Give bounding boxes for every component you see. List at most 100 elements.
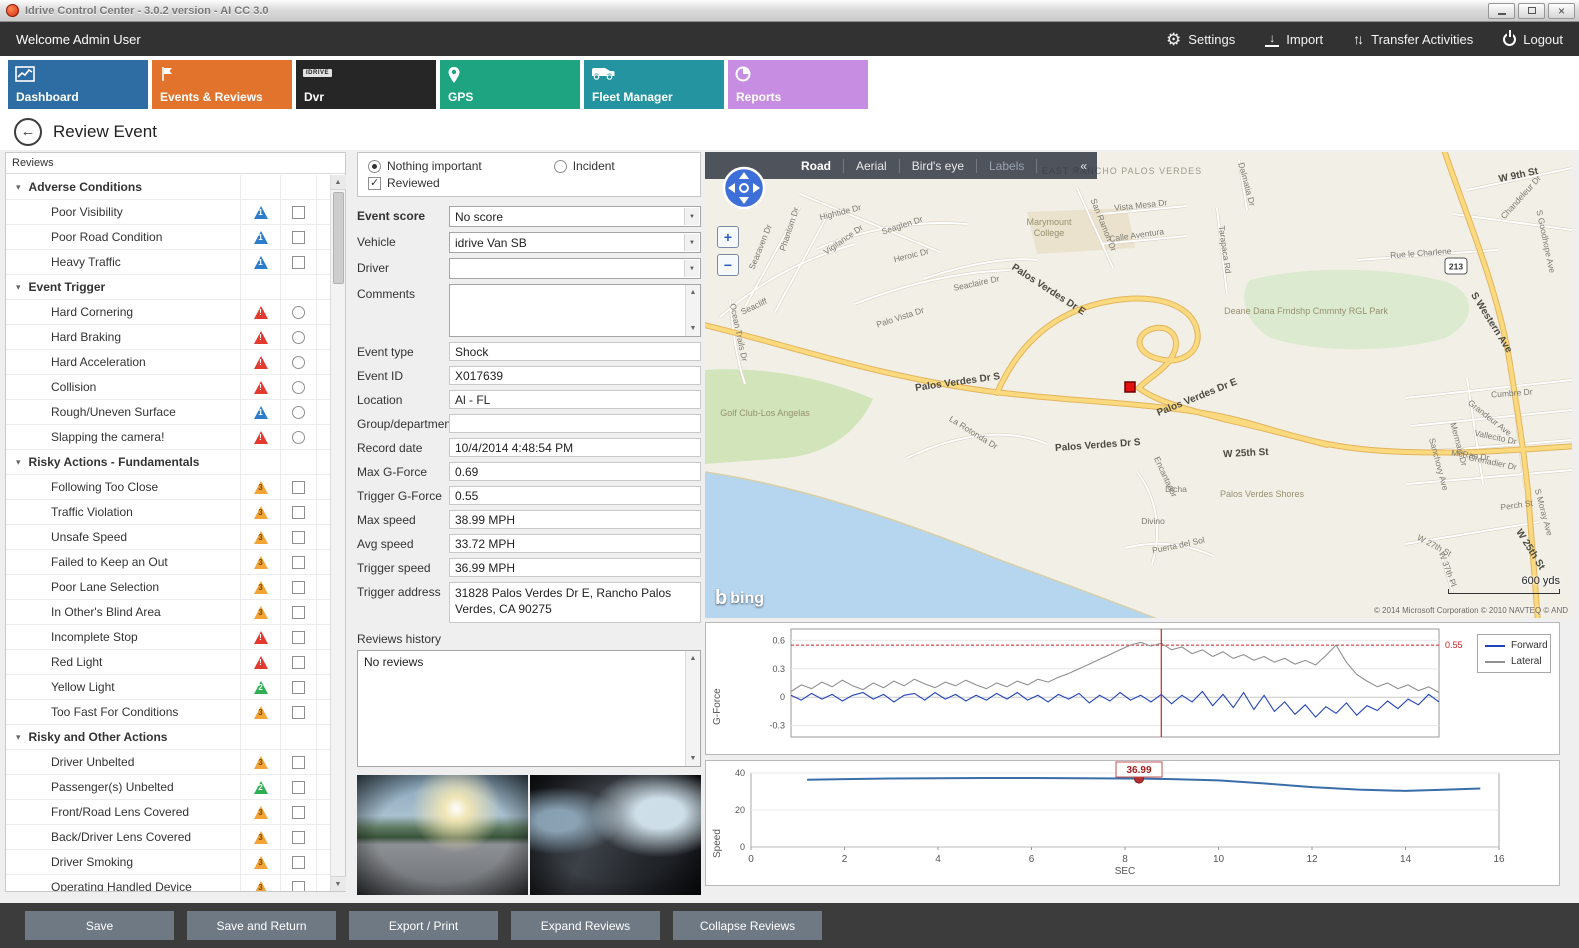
scroll-down-icon[interactable]: ▼ — [331, 876, 346, 891]
scrollbar-thumb[interactable] — [333, 192, 344, 284]
speed-axis-label: Speed — [712, 829, 723, 858]
transfer-activities-button[interactable]: ↑↓Transfer Activities — [1353, 31, 1473, 47]
review-item-label: Too Fast For Conditions — [51, 705, 178, 719]
svg-text:14: 14 — [1400, 854, 1412, 865]
reviewed-checkbox[interactable] — [368, 177, 381, 190]
svg-text:0: 0 — [780, 692, 785, 702]
reviews-scrollbar[interactable]: ▲ ▼ — [330, 175, 345, 891]
tab-fleet-manager[interactable]: Fleet Manager — [584, 60, 724, 109]
severity-blue-triangle-icon: 1 — [254, 256, 268, 269]
front-camera-thumbnail[interactable] — [357, 775, 528, 895]
back-button[interactable]: ← — [14, 118, 42, 146]
settings-button[interactable]: ⚙Settings — [1166, 31, 1235, 48]
field-row-event-id: Event IDX017639 — [357, 366, 701, 385]
poor-road-condition-checkbox[interactable] — [292, 231, 305, 244]
tab-reports[interactable]: Reports — [728, 60, 868, 109]
item-icon-cell: 3 — [240, 825, 280, 849]
map-view-aerial[interactable]: Aerial — [844, 159, 900, 173]
event-location-marker[interactable] — [1125, 382, 1135, 392]
map[interactable]: 213Palos Verdes Dr SPalos Verdes Dr SPal… — [705, 152, 1572, 618]
heavy-traffic-checkbox[interactable] — [292, 256, 305, 269]
incomplete-stop-checkbox[interactable] — [292, 631, 305, 644]
review-item-label: In Other's Blind Area — [51, 605, 161, 619]
review-item-label: Driver Unbelted — [51, 755, 134, 769]
collision-radio[interactable] — [292, 381, 305, 394]
yellow-light-checkbox[interactable] — [292, 681, 305, 694]
map-zoom-out-button[interactable]: − — [717, 254, 739, 276]
severity-red-triangle-icon: ! — [254, 381, 268, 394]
following-too-close-checkbox[interactable] — [292, 481, 305, 494]
map-canvas[interactable]: 213Palos Verdes Dr SPalos Verdes Dr SPal… — [705, 152, 1572, 618]
review-group-row[interactable]: ▾Risky Actions - Fundamentals — [6, 450, 330, 475]
severity-orange-triangle-icon: 3 — [254, 831, 268, 844]
in-other-s-blind-area-checkbox[interactable] — [292, 606, 305, 619]
maximize-icon — [1528, 7, 1536, 14]
logout-button[interactable]: Logout — [1503, 32, 1563, 47]
operating-handled-device-checkbox[interactable] — [292, 881, 305, 892]
unsafe-speed-checkbox[interactable] — [292, 531, 305, 544]
map-zoom-in-button[interactable]: + — [717, 226, 739, 248]
map-view-road[interactable]: Road — [789, 159, 844, 173]
item-control-cell — [280, 425, 316, 449]
tab-dashboard[interactable]: Dashboard — [8, 60, 148, 109]
import-button[interactable]: ↓Import — [1265, 32, 1323, 47]
expand-reviews-button[interactable]: Expand Reviews — [511, 911, 660, 940]
map-toolbar-collapse-icon[interactable]: « — [1070, 159, 1097, 173]
review-item-label: Poor Road Condition — [51, 230, 162, 244]
comments-textarea[interactable]: ▲▼ — [449, 284, 701, 337]
too-fast-for-conditions-checkbox[interactable] — [292, 706, 305, 719]
driver-select[interactable]: ▼ — [449, 258, 701, 279]
save-button[interactable]: Save — [25, 911, 174, 940]
vehicle-select[interactable]: idrive Van SB▼ — [449, 232, 701, 253]
event-score-select[interactable]: No score▼ — [449, 206, 701, 227]
map-compass-control[interactable] — [721, 165, 767, 216]
scroll-up-icon[interactable]: ▲ — [331, 175, 346, 190]
collapse-reviews-button[interactable]: Collapse Reviews — [673, 911, 822, 940]
minimize-button[interactable] — [1488, 3, 1515, 19]
map-label: Marymount — [1026, 217, 1072, 227]
map-label: College — [1034, 228, 1065, 238]
review-item-label: Yellow Light — [51, 680, 115, 694]
review-group-row[interactable]: ▾Risky and Other Actions — [6, 725, 330, 750]
review-item-label: Unsafe Speed — [51, 530, 127, 544]
severity-orange-triangle-icon: 3 — [254, 531, 268, 544]
nothing-important-radio[interactable] — [368, 160, 381, 173]
map-view-birds-eye[interactable]: Bird's eye — [900, 159, 977, 173]
item-icon-cell: 3 — [240, 500, 280, 524]
slapping-the-camera-radio[interactable] — [292, 431, 305, 444]
review-group-row[interactable]: ▾Adverse Conditions — [6, 175, 330, 200]
failed-to-keep-an-out-checkbox[interactable] — [292, 556, 305, 569]
poor-visibility-checkbox[interactable] — [292, 206, 305, 219]
front-road-lens-covered-checkbox[interactable] — [292, 806, 305, 819]
field-row-driver: Driver▼ — [357, 258, 701, 279]
export-print-button[interactable]: Export / Print — [349, 911, 498, 940]
red-light-checkbox[interactable] — [292, 656, 305, 669]
map-view-labels[interactable]: Labels — [977, 159, 1037, 173]
back-driver-lens-covered-checkbox[interactable] — [292, 831, 305, 844]
hard-cornering-radio[interactable] — [292, 306, 305, 319]
severity-green-triangle-icon: 2 — [254, 681, 268, 694]
reviews-history-scrollbar[interactable]: ▲ ▼ — [685, 651, 700, 766]
transfer-icon: ↑↓ — [1353, 31, 1364, 47]
incident-radio[interactable] — [554, 160, 567, 173]
passenger-s-unbelted-checkbox[interactable] — [292, 781, 305, 794]
tab-events-reviews[interactable]: Events & Reviews — [152, 60, 292, 109]
field-row-event-type: Event typeShock — [357, 342, 701, 361]
save-and-return-button[interactable]: Save and Return — [187, 911, 336, 940]
driver-camera-thumbnail[interactable] — [530, 775, 701, 895]
hard-braking-radio[interactable] — [292, 331, 305, 344]
poor-lane-selection-checkbox[interactable] — [292, 581, 305, 594]
rough-uneven-surface-radio[interactable] — [292, 406, 305, 419]
review-group-row[interactable]: ▾Event Trigger — [6, 275, 330, 300]
hard-acceleration-radio[interactable] — [292, 356, 305, 369]
traffic-violation-checkbox[interactable] — [292, 506, 305, 519]
main-content: Reviews ▾Adverse ConditionsPoor Visibili… — [0, 150, 1579, 903]
tab-label: Dashboard — [16, 90, 79, 104]
close-button[interactable] — [1548, 3, 1575, 19]
driver-smoking-checkbox[interactable] — [292, 856, 305, 869]
tab-gps[interactable]: GPS — [440, 60, 580, 109]
driver-unbelted-checkbox[interactable] — [292, 756, 305, 769]
tab-dvr[interactable]: IDRIVEDvr — [296, 60, 436, 109]
maximize-button[interactable] — [1518, 3, 1545, 19]
textarea-scrollbar[interactable]: ▲▼ — [685, 285, 700, 336]
